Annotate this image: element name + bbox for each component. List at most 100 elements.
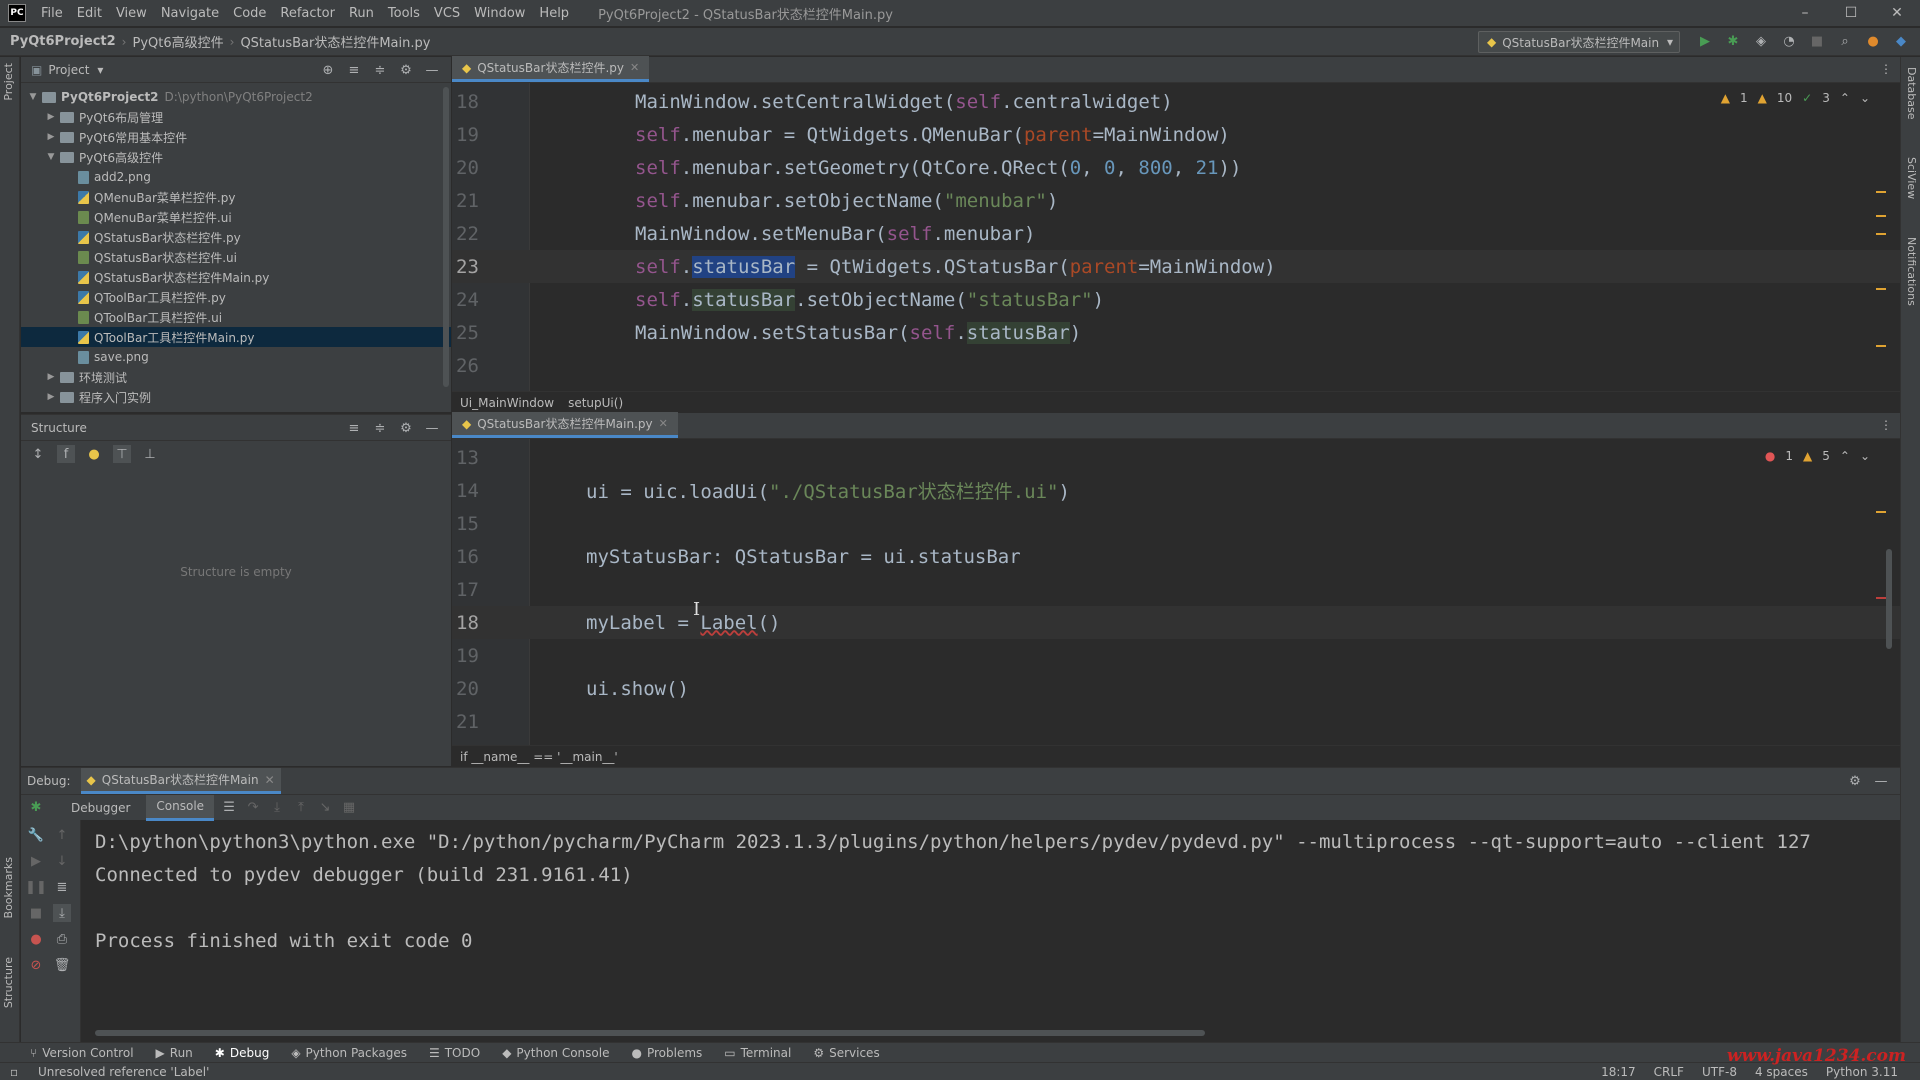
breadcrumb-project[interactable]: PyQt6Project2 — [10, 34, 116, 49]
code-line[interactable]: 25 MainWindow.setStatusBar(self.statusBar… — [452, 316, 1900, 349]
code-line[interactable]: 20 self.menubar.setGeometry(QtCore.QRect(… — [452, 151, 1900, 184]
code-line[interactable]: 21 — [452, 705, 1900, 738]
database-tool-button[interactable]: Database — [1905, 67, 1918, 120]
line-number[interactable]: 22 — [452, 223, 530, 245]
rerun-icon[interactable]: ✱ — [27, 798, 45, 816]
code-area-top[interactable]: 18 MainWindow.setCentralWidget(self.centr… — [452, 83, 1900, 391]
structure-tool-button[interactable]: Structure — [2, 957, 15, 1008]
error-marker[interactable] — [1876, 597, 1886, 599]
filter-icon[interactable]: ⊤ — [113, 445, 131, 463]
chevron-up-icon[interactable]: ⌃ — [1840, 91, 1850, 105]
tree-item[interactable]: ▼ PyQt6高级控件 — [21, 147, 451, 167]
code-line[interactable]: 19 — [452, 639, 1900, 672]
code-line[interactable]: 23 self.statusBar = QtWidgets.QStatusBar(… — [452, 250, 1900, 283]
breadcrumb-method[interactable]: setupUi() — [568, 396, 623, 410]
line-number[interactable]: 23 — [452, 256, 530, 278]
tree-item[interactable]: add2.png — [21, 167, 451, 187]
tool-window-services[interactable]: ⚙ Services — [813, 1046, 879, 1060]
search-icon[interactable]: ⌕ — [1836, 32, 1854, 50]
tree-item[interactable]: ▶ PyQt6常用基本控件 — [21, 127, 451, 147]
code-line[interactable]: 24 self.statusBar.setObjectName("statusBa… — [452, 283, 1900, 316]
warning-marker[interactable] — [1876, 345, 1886, 347]
chevron-right-icon[interactable]: ▶ — [45, 372, 57, 382]
tool-window-problems[interactable]: ● Problems — [631, 1046, 702, 1060]
up-arrow-icon[interactable]: ↑ — [53, 826, 71, 844]
tree-item[interactable]: QToolBar工具栏控件.py — [21, 287, 451, 307]
scroll-to-end-icon[interactable]: ⤓ — [53, 904, 71, 922]
menu-tools[interactable]: Tools — [381, 6, 427, 21]
file-encoding[interactable]: UTF-8 — [1702, 1065, 1737, 1079]
inspection-widget[interactable]: ▲ 1 ▲ 10 ✓ 3 ⌃ ⌄ — [1721, 91, 1870, 105]
tool-window-debug[interactable]: ✱ Debug — [215, 1046, 270, 1060]
inspection-widget[interactable]: ● 1 ▲ 5 ⌃ ⌄ — [1765, 449, 1870, 463]
more-options-icon[interactable]: ⋮ — [1880, 418, 1892, 432]
tree-item[interactable]: ▶ PyQt6布局管理 — [21, 107, 451, 127]
tool-window-terminal[interactable]: ▭ Terminal — [724, 1046, 791, 1060]
line-number[interactable]: 21 — [452, 711, 530, 733]
run-to-cursor-icon[interactable]: ↘ — [316, 799, 334, 817]
menu-vcs[interactable]: VCS — [427, 6, 467, 21]
debug-icon[interactable]: ✱ — [1724, 32, 1742, 50]
line-number[interactable]: 13 — [452, 447, 530, 469]
project-scrollbar[interactable] — [443, 87, 449, 387]
breadcrumb-block[interactable]: if __name__ == '__main__' — [460, 750, 618, 764]
locate-icon[interactable]: ⊕ — [319, 61, 337, 79]
notifications-tool-button[interactable]: Notifications — [1905, 237, 1918, 306]
run-icon[interactable]: ▶ — [1696, 32, 1714, 50]
tree-item[interactable]: ▶ 程序入门实例 — [21, 387, 451, 407]
gear-icon[interactable]: ⚙ — [397, 419, 415, 437]
tool-window-run[interactable]: ▶ Run — [156, 1046, 193, 1060]
more-options-icon[interactable]: ⋮ — [1880, 62, 1892, 76]
code-area-bottom[interactable]: 13 14 ui = uic.loadUi("./QStatusBar状态栏控件.u… — [452, 439, 1900, 745]
trash-icon[interactable]: 🗑 — [53, 956, 71, 974]
breadcrumb-file[interactable]: QStatusBar状态栏控件Main.py — [240, 32, 430, 51]
chevron-down-icon[interactable]: ▼ — [45, 152, 57, 162]
tree-item[interactable]: ▶ 环境测试 — [21, 367, 451, 387]
sort-alpha-icon[interactable]: ↕ — [29, 445, 47, 463]
collapse-all-icon[interactable]: ≑ — [371, 61, 389, 79]
project-panel-title[interactable]: Project — [48, 63, 89, 77]
chevron-right-icon[interactable]: ▶ — [45, 112, 57, 122]
tree-item[interactable]: QStatusBar状态栏控件Main.py — [21, 267, 451, 287]
code-line[interactable]: 18 MainWindow.setCentralWidget(self.centr… — [452, 85, 1900, 118]
line-number[interactable]: 14 — [452, 480, 530, 502]
code-line[interactable]: 22 MainWindow.setMenuBar(self.menubar) — [452, 217, 1900, 250]
close-icon[interactable]: ✕ — [659, 417, 668, 430]
resume-icon[interactable]: ▶ — [27, 852, 45, 870]
wrench-icon[interactable]: 🔧 — [27, 826, 45, 844]
tree-item[interactable]: QStatusBar状态栏控件.py — [21, 227, 451, 247]
warning-marker[interactable] — [1876, 215, 1886, 217]
collapse-all-icon[interactable]: ≑ — [371, 419, 389, 437]
line-separator[interactable]: CRLF — [1654, 1065, 1684, 1079]
editor-tab-statusbar-py[interactable]: ◆ QStatusBar状态栏控件.py ✕ — [452, 56, 650, 82]
chevron-down-icon[interactable]: ⌄ — [1860, 91, 1870, 105]
plugin-icon[interactable]: ◆ — [1892, 32, 1910, 50]
tool-window-python-console[interactable]: ◆ Python Console — [502, 1046, 609, 1060]
warning-marker[interactable] — [1876, 191, 1886, 193]
update-icon[interactable]: ● — [1864, 32, 1882, 50]
tree-item[interactable]: save.png — [21, 347, 451, 367]
tree-item[interactable]: QToolBar工具栏控件Main.py — [21, 327, 451, 347]
line-number[interactable]: 18 — [452, 91, 530, 113]
indent-setting[interactable]: 4 spaces — [1755, 1065, 1808, 1079]
chevron-down-icon[interactable]: ⌄ — [1860, 449, 1870, 463]
anchor-icon[interactable]: ⊥ — [141, 445, 159, 463]
warning-marker[interactable] — [1876, 233, 1886, 235]
close-icon[interactable]: ✕ — [630, 61, 639, 74]
print-icon[interactable]: ⎙ — [53, 930, 71, 948]
line-number[interactable]: 19 — [452, 124, 530, 146]
menu-edit[interactable]: Edit — [70, 6, 109, 21]
interpreter[interactable]: Python 3.11 — [1826, 1065, 1898, 1079]
down-arrow-icon[interactable]: ↓ — [53, 852, 71, 870]
code-line[interactable]: 26 — [452, 349, 1900, 382]
editor-tab-statusbar-main-py[interactable]: ◆ QStatusBar状态栏控件Main.py ✕ — [452, 412, 678, 438]
mute-breakpoints-icon[interactable]: ⊘ — [27, 956, 45, 974]
menu-navigate[interactable]: Navigate — [154, 6, 226, 21]
close-icon[interactable]: ✕ — [1874, 0, 1920, 26]
debugger-tab[interactable]: Debugger — [61, 795, 140, 821]
caret-position[interactable]: 18:17 — [1601, 1065, 1636, 1079]
step-into-icon[interactable]: ⤓ — [268, 799, 286, 817]
menu-help[interactable]: Help — [532, 6, 576, 21]
console-output[interactable]: D:\python\python3\python.exe "D:/python/… — [95, 826, 1811, 958]
debug-session-tab[interactable]: ◆ QStatusBar状态栏控件Main ✕ — [80, 768, 281, 794]
